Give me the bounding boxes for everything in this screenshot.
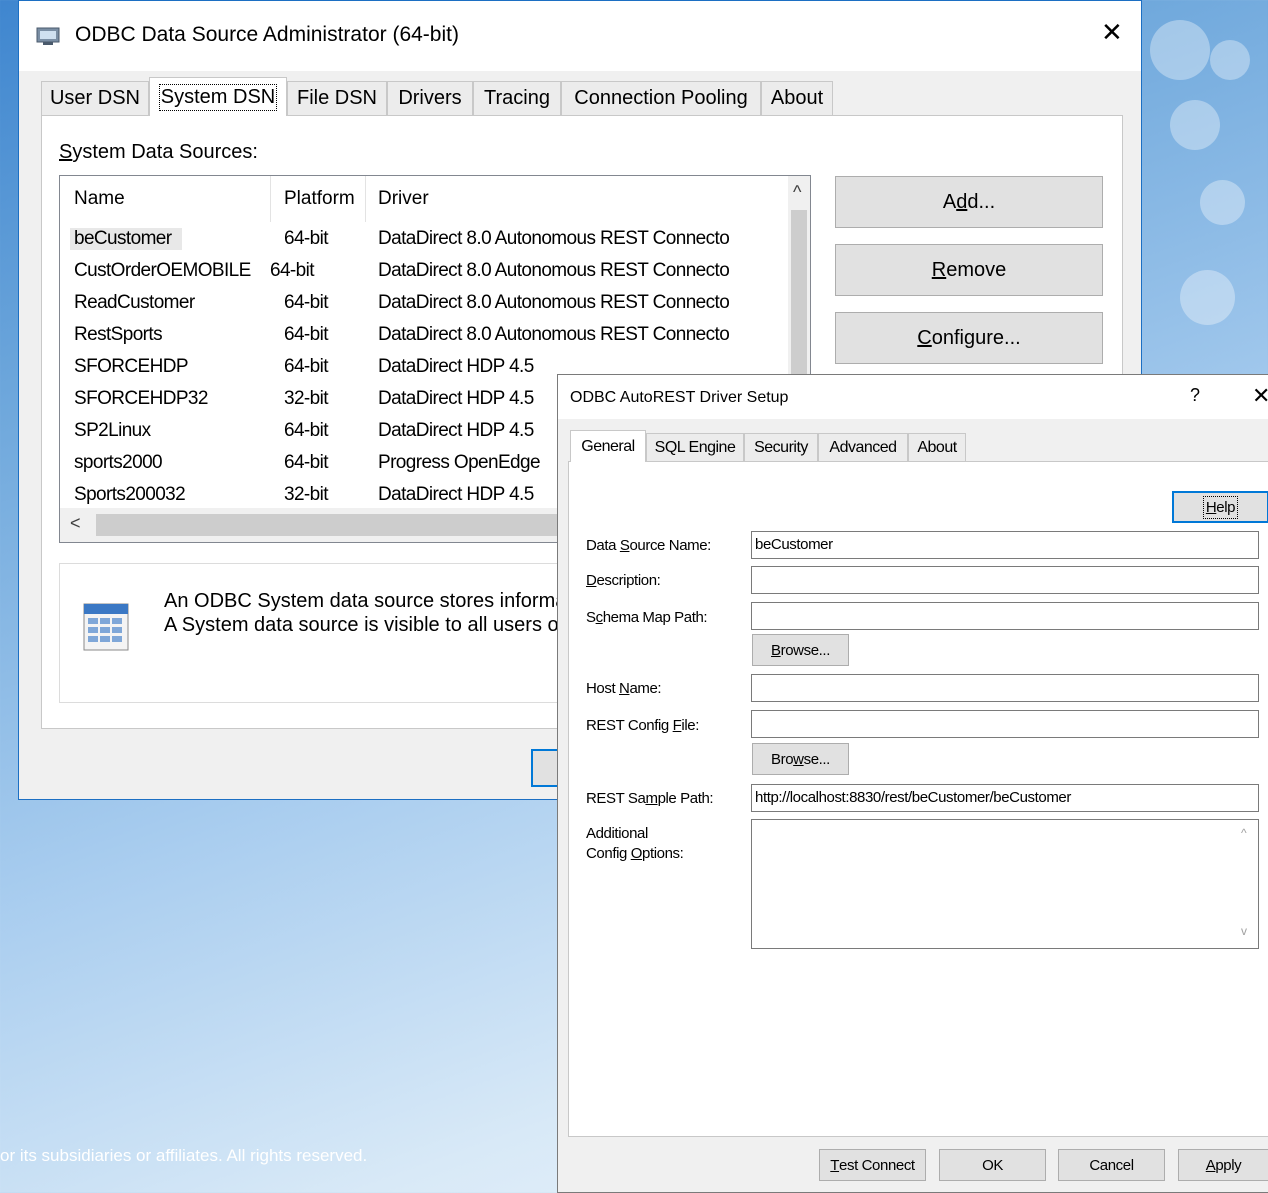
dsn-name: beCustomer [70, 228, 182, 250]
dsn-driver: DataDirect HDP 4.5 [378, 388, 534, 409]
dsn-name: CustOrderOEMOBILE [74, 260, 251, 281]
dsn-name: RestSports [74, 324, 163, 345]
additional-config-options-textarea[interactable]: ^ v [751, 819, 1259, 949]
dsn-name: Sports200032 [74, 484, 186, 505]
scroll-left-icon[interactable]: < [70, 513, 81, 534]
dsn-platform: 64-bit [284, 228, 329, 249]
list-item[interactable]: RestSports 64-bit DataDirect 8.0 Autonom… [60, 320, 800, 352]
tab-about[interactable]: About [908, 433, 966, 461]
close-icon[interactable]: ✕ [1252, 383, 1268, 409]
description-label: Description: [586, 572, 661, 589]
list-item[interactable]: ReadCustomer 64-bit DataDirect 8.0 Auton… [60, 288, 800, 320]
rest-config-file-label: REST Config File: [586, 717, 699, 734]
tab-sql-engine[interactable]: SQL Engine [646, 433, 744, 461]
dsn-driver: Progress OpenEdge [378, 452, 541, 473]
data-source-name-label: Data Source Name: [586, 537, 711, 554]
cancel-button[interactable]: Cancel [1058, 1149, 1165, 1181]
host-name-label: Host Name: [586, 680, 662, 697]
copyright-footer: or its subsidiaries or affiliates. All r… [0, 1146, 368, 1165]
schema-map-path-label: Schema Map Path: [586, 609, 708, 626]
column-divider[interactable] [270, 176, 271, 222]
list-item[interactable]: CustOrderOEMOBILE 64-bit DataDirect 8.0 … [60, 256, 800, 288]
ok-button[interactable]: OK [939, 1149, 1046, 1181]
dsn-name: ReadCustomer [74, 292, 195, 313]
configure-button[interactable]: Configure... [835, 312, 1103, 364]
scroll-down-icon[interactable]: v [1241, 924, 1247, 938]
dsn-platform: 64-bit [270, 260, 315, 281]
dialog-title-bar: ODBC AutoREST Driver Setup ? ✕ [558, 375, 1268, 419]
remove-button[interactable]: Remove [835, 244, 1103, 296]
background-bokeh [1170, 100, 1220, 150]
background-bokeh [1210, 40, 1250, 80]
data-source-name-field[interactable]: beCustomer [751, 531, 1259, 559]
rest-sample-path-label: REST Sample Path: [586, 790, 714, 807]
rest-sample-path-field[interactable]: http://localhost:8830/rest/beCustomer/be… [751, 784, 1259, 812]
help-button[interactable]: Help [1172, 491, 1268, 523]
browse-config-file-button[interactable]: Bro w se... [752, 743, 849, 775]
tab-advanced[interactable]: Advanced [818, 433, 908, 461]
dsn-name: sports2000 [74, 452, 163, 473]
background-bokeh [1180, 270, 1235, 325]
background-bokeh [1200, 180, 1245, 225]
dsn-platform: 32-bit [284, 484, 329, 505]
tab-drivers[interactable]: Drivers [387, 81, 473, 115]
dsn-platform: 64-bit [284, 420, 329, 441]
test-connect-button[interactable]: Test Connect [819, 1149, 926, 1181]
schema-map-path-field[interactable] [751, 602, 1259, 630]
tab-about[interactable]: About [761, 81, 833, 115]
odbc-admin-app-icon [36, 27, 60, 45]
dsn-platform: 64-bit [284, 452, 329, 473]
host-name-field[interactable] [751, 674, 1259, 702]
dsn-platform: 32-bit [284, 388, 329, 409]
dialog-title: ODBC AutoREST Driver Setup [570, 389, 789, 406]
tab-system-dsn[interactable]: System DSN [149, 77, 287, 116]
data-source-info-icon [83, 603, 129, 651]
additional-config-label-line2: Config Options: [586, 845, 684, 862]
browse-schema-map-button[interactable]: Browse... [752, 634, 849, 666]
dsn-name: SFORCEHDP32 [74, 388, 208, 409]
rest-config-file-field[interactable] [751, 710, 1259, 738]
scroll-up-icon[interactable]: ^ [793, 182, 801, 203]
column-header-name[interactable]: Name [74, 188, 125, 210]
system-data-sources-label: System Data Sources: [59, 141, 258, 163]
description-field[interactable] [751, 566, 1259, 594]
additional-config-label-line1: Additional [586, 825, 648, 842]
dsn-platform: 64-bit [284, 292, 329, 313]
autorest-setup-dialog: ODBC AutoREST Driver Setup ? ✕ General S… [557, 374, 1268, 1193]
close-icon[interactable]: ✕ [1101, 19, 1123, 45]
help-icon[interactable]: ? [1190, 385, 1200, 406]
dsn-driver: DataDirect 8.0 Autonomous REST Connecto [378, 324, 730, 345]
info-text-line2: A System data source is visible to all u… [164, 614, 565, 636]
textarea-scrollbar[interactable]: ^ v [1236, 820, 1258, 948]
tab-tracing[interactable]: Tracing [473, 81, 561, 115]
dsn-platform: 64-bit [284, 324, 329, 345]
dsn-name: SFORCEHDP [74, 356, 188, 377]
column-divider[interactable] [365, 176, 366, 222]
tab-file-dsn[interactable]: File DSN [287, 81, 387, 115]
tab-security[interactable]: Security [744, 433, 818, 461]
column-header-platform[interactable]: Platform [284, 188, 355, 210]
tab-general[interactable]: General [570, 430, 646, 462]
background-bokeh [1150, 20, 1210, 80]
list-item[interactable]: beCustomer 64-bit DataDirect 8.0 Autonom… [60, 224, 800, 256]
dsn-driver: DataDirect HDP 4.5 [378, 420, 534, 441]
apply-button[interactable]: Apply [1178, 1149, 1268, 1181]
dsn-driver: DataDirect HDP 4.5 [378, 484, 534, 505]
column-header-driver[interactable]: Driver [378, 188, 429, 210]
title-bar: ODBC Data Source Administrator (64-bit) … [19, 1, 1141, 71]
info-text-line1: An ODBC System data source stores inform… [164, 590, 567, 612]
add-button[interactable]: Ad d... [835, 176, 1103, 228]
dsn-name: SP2Linux [74, 420, 151, 441]
dsn-driver: DataDirect HDP 4.5 [378, 356, 534, 377]
scroll-up-icon[interactable]: ^ [1241, 826, 1247, 840]
dsn-driver: DataDirect 8.0 Autonomous REST Connecto [378, 228, 730, 249]
window-title: ODBC Data Source Administrator (64-bit) [75, 23, 459, 46]
dsn-driver: DataDirect 8.0 Autonomous REST Connecto [378, 292, 730, 313]
dsn-driver: DataDirect 8.0 Autonomous REST Connecto [378, 260, 730, 281]
tab-connection-pooling[interactable]: Connection Pooling [561, 81, 761, 115]
dsn-platform: 64-bit [284, 356, 329, 377]
tab-user-dsn[interactable]: User DSN [41, 81, 149, 115]
